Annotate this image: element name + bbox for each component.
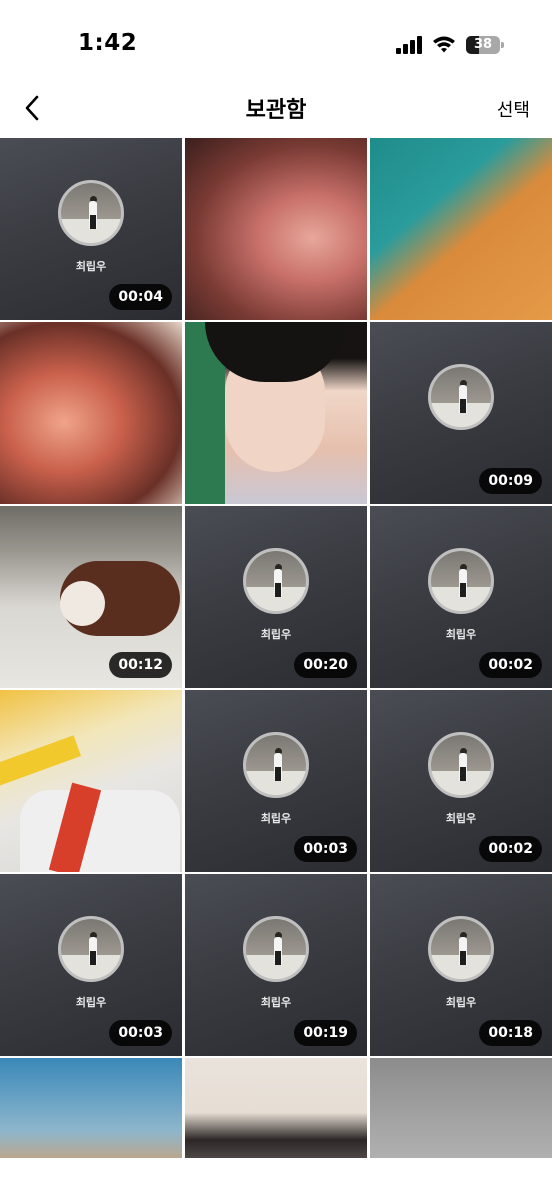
- story-tile[interactable]: 최립우 00:02: [370, 690, 552, 872]
- avatar: [428, 548, 494, 614]
- wifi-icon: [432, 34, 456, 54]
- cellular-signal-icon: [396, 36, 424, 54]
- avatar: [243, 548, 309, 614]
- story-tile[interactable]: 최립우 00:03: [185, 690, 367, 872]
- duration-badge: 00:09: [479, 468, 542, 494]
- battery-icon: 38: [466, 36, 504, 54]
- duration-badge: 00:04: [109, 284, 172, 310]
- avatar: [428, 916, 494, 982]
- avatar: [243, 732, 309, 798]
- story-name: 최립우: [75, 260, 107, 273]
- duration-badge: 00:02: [479, 652, 542, 678]
- story-name: 최립우: [260, 996, 292, 1009]
- photo-tile[interactable]: [370, 138, 552, 320]
- story-tile[interactable]: 00:09: [370, 322, 552, 504]
- story-name: 최립우: [445, 996, 477, 1009]
- story-tile[interactable]: 최립우 00:18: [370, 874, 552, 1056]
- story-name: 최립우: [445, 812, 477, 825]
- story-name: 최립우: [260, 812, 292, 825]
- status-bar: 1:42 38: [0, 0, 552, 80]
- duration-badge: 00:20: [294, 652, 357, 678]
- page-title: 보관함: [245, 98, 307, 123]
- duration-badge: 00:19: [294, 1020, 357, 1046]
- archive-grid: 최립우 00:04 00:09 00:12 최립우 00:20 최립우 00:0…: [0, 138, 552, 1200]
- story-tile[interactable]: 최립우 00:19: [185, 874, 367, 1056]
- duration-badge: 00:12: [109, 652, 172, 678]
- story-tile[interactable]: 최립우 00:20: [185, 506, 367, 688]
- duration-badge: 00:03: [294, 836, 357, 862]
- select-button[interactable]: 선택: [497, 96, 530, 122]
- avatar: [243, 916, 309, 982]
- status-time: 1:42: [78, 30, 138, 56]
- duration-badge: 00:03: [109, 1020, 172, 1046]
- avatar: [58, 916, 124, 982]
- photo-tile[interactable]: [185, 138, 367, 320]
- photo-tile[interactable]: [185, 322, 367, 504]
- story-tile[interactable]: 최립우 00:02: [370, 506, 552, 688]
- photo-tile[interactable]: [0, 322, 182, 504]
- duration-badge: 00:18: [479, 1020, 542, 1046]
- story-tile[interactable]: 최립우 00:04: [0, 138, 182, 320]
- nav-bar: 보관함 선택: [0, 80, 552, 136]
- story-name: 최립우: [260, 628, 292, 641]
- duration-badge: 00:02: [479, 836, 542, 862]
- avatar: [428, 732, 494, 798]
- photo-tile[interactable]: [0, 690, 182, 872]
- story-name: 최립우: [445, 628, 477, 641]
- battery-percent: 38: [473, 37, 493, 52]
- bottom-safe-area: [0, 1158, 552, 1200]
- story-name: 최립우: [75, 996, 107, 1009]
- avatar: [428, 364, 494, 430]
- video-tile[interactable]: 00:12: [0, 506, 182, 688]
- story-tile[interactable]: 최립우 00:03: [0, 874, 182, 1056]
- avatar: [58, 180, 124, 246]
